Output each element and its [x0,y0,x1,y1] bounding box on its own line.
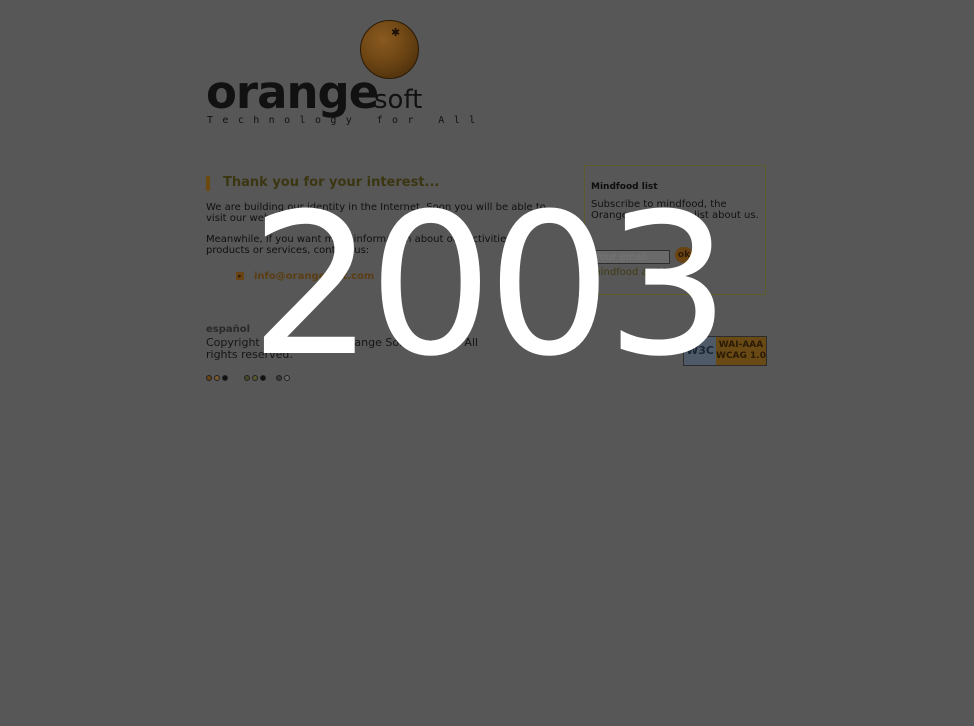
logo-word: orange [206,66,379,119]
logo-tagline: Technology for All [207,115,485,126]
year-overlay: 2003 [249,172,731,400]
orangesoft-logo[interactable]: ✱ orange soft Technology for All [206,18,475,130]
logo-suffix: soft [374,85,423,115]
